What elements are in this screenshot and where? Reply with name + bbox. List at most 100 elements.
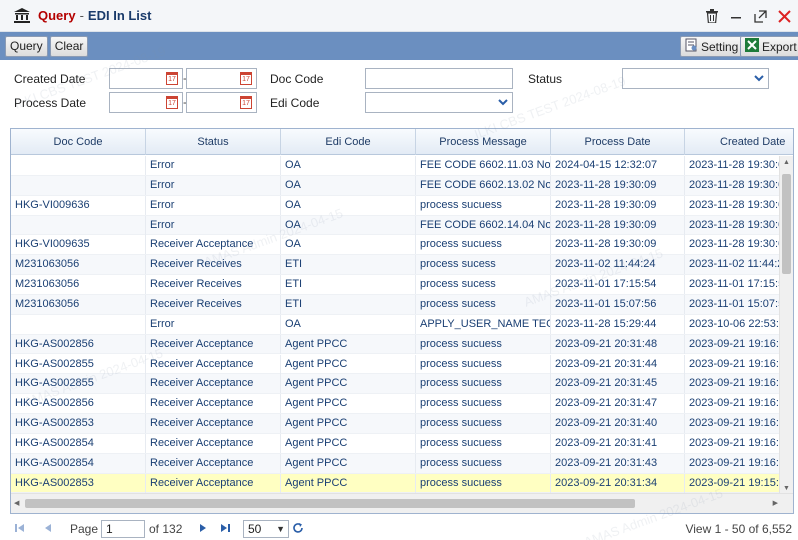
minimize-icon[interactable] [727, 7, 745, 25]
edi-code-select[interactable] [365, 92, 513, 113]
next-page-icon[interactable] [199, 523, 207, 533]
column-header-edi-code[interactable]: Edi Code [281, 129, 416, 155]
calendar-icon[interactable]: 17 [166, 96, 178, 109]
table-cell: OA [281, 195, 416, 215]
table-row[interactable]: HKG-AS002856 Receiver Acceptance Agent PPC… [11, 334, 781, 355]
scroll-left-icon[interactable]: ◀ [14, 499, 19, 507]
table-cell: 2023-11-02 11:44:24 [551, 255, 685, 275]
column-header-process-date[interactable]: Process Date [551, 129, 685, 155]
table-cell: Receiver Acceptance [146, 334, 281, 354]
table-row[interactable]: HKG-AS002855 Receiver Acceptance Agent PPC… [11, 374, 781, 395]
table-row[interactable]: M231063056 Receiver Receives ETI process su… [11, 255, 781, 276]
table-cell [11, 156, 146, 175]
table-cell: 2023-09-21 20:31:48 [551, 334, 685, 354]
table-row[interactable]: HKG-VI009635 Receiver Acceptance OA process… [11, 235, 781, 256]
table-row[interactable]: HKG-AS002856 Receiver Acceptance Agent PPC… [11, 394, 781, 415]
table-cell: 2023-11-28 19:30:09 [551, 195, 685, 215]
page-title: EDI In List [87, 8, 152, 23]
table-row[interactable]: HKG-VI009636 Error OA process sucuess 2023-1… [11, 195, 781, 216]
table-row[interactable]: Error OA FEE CODE 6602.11.03 Not 2024-04-15… [11, 156, 781, 176]
doc-code-input[interactable] [365, 68, 513, 89]
calendar-icon[interactable]: 17 [240, 96, 252, 109]
status-select[interactable] [622, 68, 769, 89]
table-cell: 2023-09-21 19:16:0 [685, 374, 781, 393]
clear-button[interactable]: Clear [49, 35, 89, 57]
setting-button[interactable]: Setting [680, 36, 744, 57]
horizontal-scrollbar[interactable]: ◀ ▶ [11, 493, 793, 513]
table-cell: Receiver Acceptance [146, 235, 281, 255]
column-header-doc-code[interactable]: Doc Code [11, 129, 146, 155]
column-header-process-message[interactable]: Process Message [416, 129, 551, 155]
query-button[interactable]: Query [5, 35, 48, 57]
table-row[interactable]: M231063056 Receiver Receives ETI process su… [11, 294, 781, 315]
bank-icon [13, 8, 31, 24]
table-cell: Error [146, 314, 281, 334]
settings-icon [685, 38, 698, 55]
export-button[interactable]: Export [740, 36, 798, 57]
table-cell: 2023-11-28 19:30:09 [551, 175, 685, 195]
record-summary: View 1 - 50 of 6,552 [685, 522, 792, 536]
horizontal-scroll-thumb[interactable] [25, 499, 635, 508]
scroll-down-icon[interactable]: ▼ [783, 485, 790, 492]
scroll-right-icon[interactable]: ▶ [773, 499, 778, 507]
table-cell: ETI [281, 294, 416, 314]
scroll-up-icon[interactable]: ▲ [783, 159, 790, 166]
page-number-input[interactable]: 1 [101, 520, 145, 538]
vertical-scroll-thumb[interactable] [782, 174, 791, 274]
table-cell: 2023-11-28 19:30:0 [685, 216, 781, 235]
table-cell: 2023-11-01 15:07:56 [551, 294, 685, 314]
created-date-to-input[interactable]: 17 [186, 68, 257, 89]
table-cell: Agent PPCC [281, 433, 416, 453]
table-cell: Agent PPCC [281, 394, 416, 414]
chevron-down-icon[interactable] [751, 71, 766, 86]
window-title-bar: Query - EDI In List [0, 0, 798, 32]
column-header-status[interactable]: Status [146, 129, 281, 155]
table-cell: process sucuess [416, 235, 551, 255]
table-cell: Error [146, 156, 281, 175]
edi-code-label: Edi Code [270, 96, 320, 110]
table-cell: FEE CODE 6602.11.03 Not [416, 156, 551, 175]
status-label: Status [528, 72, 563, 86]
table-row[interactable]: HKG-AS002854 Receiver Acceptance Agent PPC… [11, 453, 781, 474]
table-cell: OA [281, 215, 416, 235]
close-icon[interactable] [775, 7, 793, 25]
table-row[interactable]: M231063056 Receiver Receives ETI process su… [11, 275, 781, 295]
table-cell: HKG-AS002855 [11, 354, 146, 374]
table-cell: 2023-09-21 20:31:41 [551, 433, 685, 453]
table-cell: 2023-09-21 20:31:34 [551, 473, 685, 493]
calendar-icon[interactable]: 17 [166, 72, 178, 85]
table-row[interactable]: Error OA FEE CODE 6602.13.02 Not 2023-11-28… [11, 175, 781, 196]
chevron-down-icon[interactable] [495, 95, 510, 110]
column-header-created-date[interactable]: Created Date [685, 129, 793, 155]
table-row[interactable]: HKG-AS002853 Receiver Acceptance Agent PPC… [11, 414, 781, 434]
trash-icon[interactable] [703, 7, 721, 25]
table-cell [11, 215, 146, 235]
first-page-icon[interactable] [15, 523, 25, 533]
table-cell: 2023-09-21 20:31:40 [551, 414, 685, 434]
table-row[interactable]: HKG-AS002855 Receiver Acceptance Agent PPC… [11, 354, 781, 375]
table-cell: process sucuess [416, 374, 551, 394]
table-row[interactable]: Error OA FEE CODE 6602.14.04 Not 2023-11-28… [11, 215, 781, 236]
table-cell: FEE CODE 6602.14.04 Not [416, 215, 551, 235]
table-cell [11, 175, 146, 195]
prev-page-icon[interactable] [44, 523, 52, 533]
table-row[interactable]: Error OA APPLY_USER_NAME TEC 2023-11-28 15:… [11, 314, 781, 335]
table-row[interactable]: HKG-AS002854 Receiver Acceptance Agent PPC… [11, 433, 781, 454]
table-row[interactable]: HKG-AS002853 Receiver Acceptance Agent PPC… [11, 473, 781, 494]
calendar-icon[interactable]: 17 [240, 72, 252, 85]
refresh-icon[interactable] [292, 522, 304, 534]
process-date-from-input[interactable]: 17 [109, 92, 183, 113]
last-page-icon[interactable] [220, 523, 230, 533]
page-label: Page [70, 522, 99, 536]
chevron-down-icon: ▼ [276, 524, 285, 534]
table-cell: OA [281, 156, 416, 175]
table-cell: process sucess [416, 275, 551, 295]
created-date-from-input[interactable]: 17 [109, 68, 183, 89]
maximize-icon[interactable] [751, 7, 769, 25]
table-cell: HKG-AS002853 [11, 414, 146, 434]
vertical-scrollbar[interactable]: ▲ ▼ [779, 156, 793, 495]
table-cell: 2023-11-28 19:30:09 [551, 235, 685, 255]
table-cell: 2024-04-15 12:32:07 [551, 156, 685, 175]
process-date-to-input[interactable]: 17 [186, 92, 257, 113]
page-size-select[interactable]: 50 ▼ [243, 520, 289, 538]
